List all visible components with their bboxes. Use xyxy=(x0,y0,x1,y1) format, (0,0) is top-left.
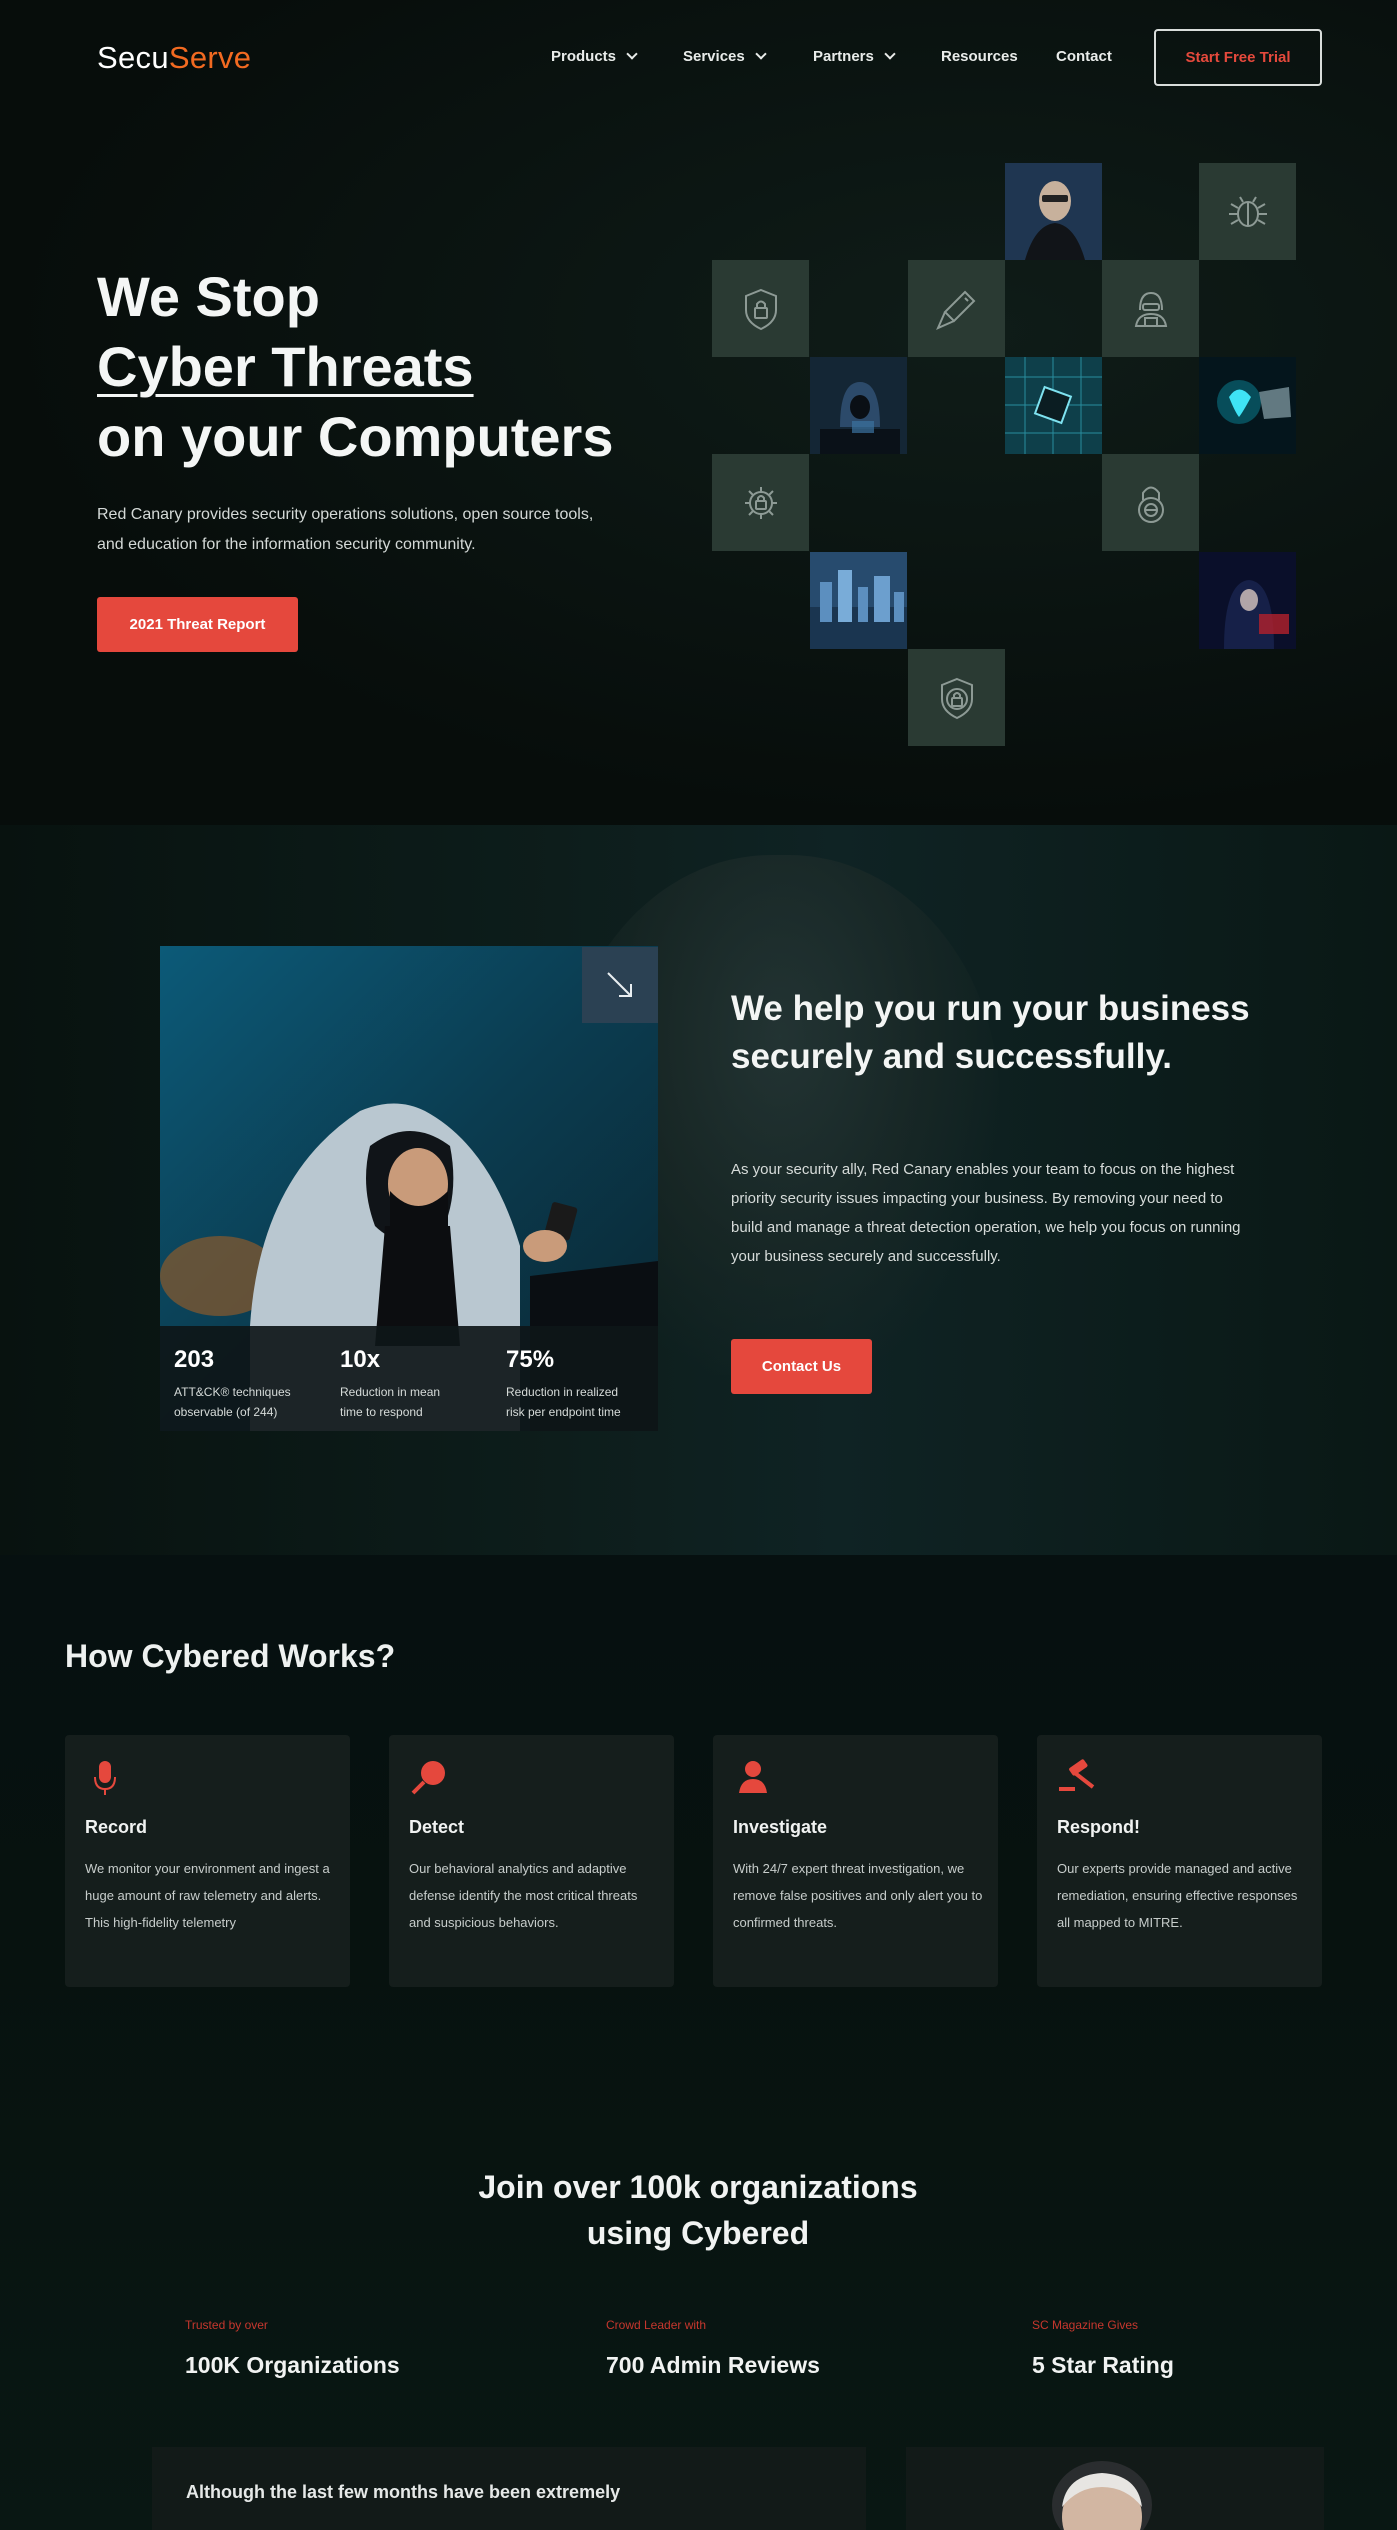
hero-title-line: on your Computers xyxy=(97,405,614,468)
city-network-photo xyxy=(810,552,907,649)
stat-label: ATT&CK® techniques observable (of 244) xyxy=(174,1385,291,1419)
nav-item-services[interactable]: Services xyxy=(683,48,767,65)
card-description: Our experts provide managed and active r… xyxy=(1057,1861,1298,1930)
bug-icon-tile xyxy=(1199,163,1296,260)
virus-icon-tile xyxy=(712,454,809,551)
card-title: Record xyxy=(85,1817,148,1837)
logo[interactable]: SecuServe xyxy=(97,40,251,76)
card-title: Detect xyxy=(409,1817,465,1837)
about-title: We help you run your business securely a… xyxy=(731,989,1250,1076)
start-free-trial-button[interactable]: Start Free Trial xyxy=(1154,29,1322,86)
man-with-glasses-photo xyxy=(1005,163,1102,260)
virus-icon xyxy=(744,486,777,519)
card-description: Our behavioral analytics and adaptive de… xyxy=(409,1861,638,1930)
padlock-icon xyxy=(1137,486,1164,523)
about-description: As your security ally, Red Canary enable… xyxy=(731,1161,1241,1265)
card-description: We monitor your environment and ingest a… xyxy=(85,1861,330,1930)
hero-description: Red Canary provides security operations … xyxy=(97,506,594,553)
logo-text-accent: Serve xyxy=(168,40,252,75)
trust-caption: Trusted by over xyxy=(185,2318,268,2332)
hero-title-line: We Stop xyxy=(97,265,320,328)
chevron-down-icon xyxy=(884,48,896,60)
stat-techniques: 203 ATT&CK® techniques observable (of 24… xyxy=(174,1346,294,1422)
join-title: Join over 100k organizations using Cyber… xyxy=(348,2164,1048,2256)
stat-label: Reduction in mean time to respond xyxy=(340,1385,441,1419)
testimonial-avatar-card xyxy=(906,2447,1324,2530)
nav-item-partners[interactable]: Partners xyxy=(813,48,896,65)
stat-value: 75% xyxy=(506,1346,555,1373)
chevron-down-icon xyxy=(755,48,767,60)
stat-value: 10x xyxy=(340,1346,381,1373)
card-title: Investigate xyxy=(733,1817,828,1837)
microphone-icon xyxy=(94,1761,116,1795)
trust-value: 100K Organizations xyxy=(185,2352,400,2378)
shield-icon xyxy=(940,677,973,719)
card-respond[interactable]: Respond! Our experts provide managed and… xyxy=(1037,1735,1322,1987)
testimonial-text: Although the last few months have been e… xyxy=(186,2482,621,2502)
how-it-works-section xyxy=(0,1555,1397,2530)
nav-item-label: Partners xyxy=(813,48,874,65)
stat-risk-reduction: 75% Reduction in realized risk per endpo… xyxy=(506,1346,626,1422)
card-title: Respond! xyxy=(1057,1817,1140,1837)
top-navigation: SecuServe Products Services Partners Res… xyxy=(0,0,1397,120)
trust-caption: Crowd Leader with xyxy=(606,2318,707,2332)
trust-value: 700 Admin Reviews xyxy=(606,2352,820,2378)
hero-title-highlight: Cyber Threats xyxy=(97,335,474,398)
hooded-hacker-photo xyxy=(810,357,907,454)
nav-item-resources[interactable]: Resources xyxy=(941,48,1018,65)
investigator-icon xyxy=(739,1761,767,1793)
hero-title: We Stop Cyber Threats on your Computers xyxy=(97,262,613,472)
nav-item-label: Contact xyxy=(1056,48,1112,65)
magnifier-icon xyxy=(411,1761,445,1795)
bug-icon xyxy=(1228,195,1267,227)
join-title-line: Join over 100k organizations xyxy=(478,2169,918,2205)
hacker-icon xyxy=(1134,291,1167,327)
circuit-chip-photo xyxy=(1005,357,1102,454)
nav-item-products[interactable]: Products xyxy=(551,48,638,65)
stat-value: 203 xyxy=(174,1346,215,1373)
usb-key-icon-tile xyxy=(908,260,1005,357)
cyber-hand-photo xyxy=(1199,357,1296,454)
stat-label: Reduction in realized risk per endpoint … xyxy=(506,1385,621,1419)
join-title-line: using Cybered xyxy=(586,2215,810,2251)
trust-caption: SC Magazine Gives xyxy=(1032,2318,1139,2332)
usb-key-icon xyxy=(935,290,975,330)
hacker-icon-tile xyxy=(1102,260,1199,357)
chevron-down-icon xyxy=(626,48,638,60)
nav-item-contact[interactable]: Contact xyxy=(1056,48,1112,65)
card-investigate[interactable]: Investigate With 24/7 expert threat inve… xyxy=(713,1735,998,1987)
padlock-icon-tile xyxy=(1102,454,1199,551)
arrow-down-right-icon xyxy=(607,972,632,997)
card-description: With 24/7 expert threat investigation, w… xyxy=(733,1861,983,1930)
nav-item-label: Services xyxy=(683,48,745,65)
how-it-works-title: How Cybered Works? xyxy=(65,1638,396,1674)
arrow-button[interactable] xyxy=(582,947,658,1023)
threat-report-button[interactable]: 2021 Threat Report xyxy=(97,597,298,652)
trust-value: 5 Star Rating xyxy=(1032,2352,1174,2378)
shield-icon-tile xyxy=(908,649,1005,746)
shield-lock-icon xyxy=(744,288,777,330)
avatar xyxy=(1052,2461,1152,2530)
card-record[interactable]: Record We monitor your environment and i… xyxy=(65,1735,350,1987)
dark-hacker-photo xyxy=(1199,552,1296,649)
gavel-icon xyxy=(1059,1759,1095,1791)
contact-us-button[interactable]: Contact Us xyxy=(731,1339,872,1394)
shield-lock-icon-tile xyxy=(712,260,809,357)
nav-item-label: Products xyxy=(551,48,617,65)
stat-response-time: 10x Reduction in mean time to respond xyxy=(340,1346,460,1422)
card-detect[interactable]: Detect Our behavioral analytics and adap… xyxy=(389,1735,674,1987)
logo-text-primary: Secu xyxy=(97,40,169,75)
nav-item-label: Resources xyxy=(941,48,1018,65)
